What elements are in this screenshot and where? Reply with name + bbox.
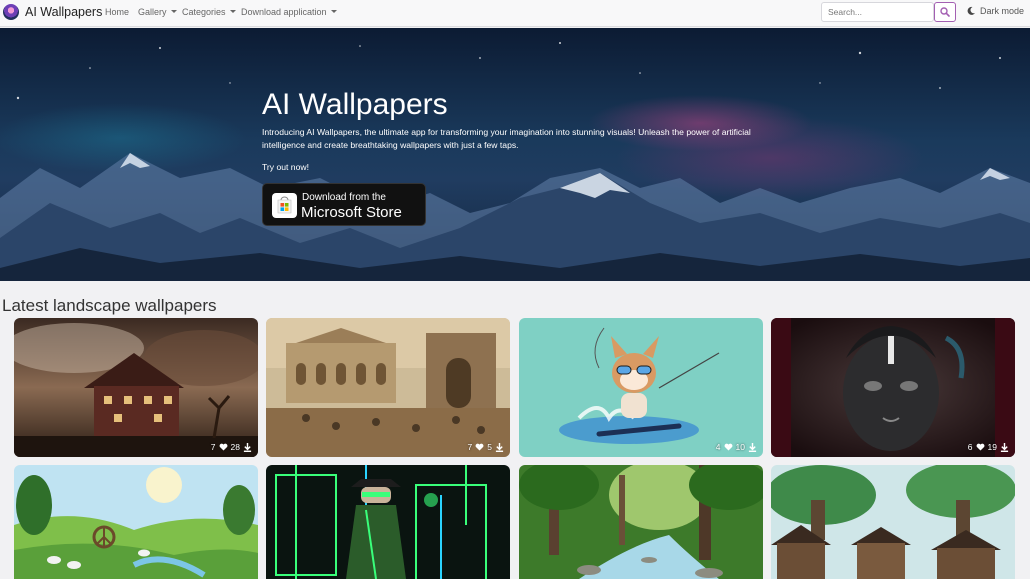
wallpaper-image — [14, 318, 258, 457]
nav-gallery-label: Gallery — [138, 7, 167, 17]
hero-description: Introducing AI Wallpapers, the ultimate … — [262, 127, 751, 150]
nav-home[interactable]: Home — [105, 7, 129, 17]
likes-count: 7 — [210, 442, 216, 452]
dark-mode-label: Dark mode — [980, 6, 1025, 16]
nav-download-label: Download application — [241, 7, 327, 17]
wallpaper-card-deity-portrait[interactable]: 6 19 — [771, 318, 1015, 457]
heart-icon — [219, 443, 227, 451]
wallpaper-image — [266, 465, 510, 579]
hero-banner: AI Wallpapers Introducing AI Wallpapers,… — [0, 28, 1030, 281]
wallpaper-image — [519, 465, 763, 579]
brand-name[interactable]: AI Wallpapers — [25, 5, 102, 19]
nav-download-dropdown[interactable]: Download application — [241, 7, 337, 17]
chevron-down-icon — [170, 10, 177, 13]
wallpaper-image — [519, 318, 763, 457]
wallpaper-card-peace-meadow[interactable] — [14, 465, 258, 579]
wallpaper-stats: 6 19 — [968, 442, 1009, 452]
search-button[interactable] — [934, 2, 956, 22]
search-input[interactable] — [821, 2, 934, 22]
download-icon — [748, 442, 757, 452]
hero-try-out-text: Try out now! — [262, 162, 309, 172]
downloads-count: 19 — [987, 442, 997, 452]
moon-icon — [967, 6, 975, 15]
nav-categories-label: Categories — [182, 7, 226, 17]
wallpaper-image — [771, 465, 1015, 579]
wallpaper-card-dog-waterski[interactable]: 4 10 — [519, 318, 763, 457]
likes-count: 7 — [467, 442, 473, 452]
chevron-down-icon — [229, 10, 236, 13]
wallpaper-card-village-trees[interactable] — [771, 465, 1015, 579]
wallpaper-stats: 4 10 — [716, 442, 757, 452]
nav-categories-dropdown[interactable]: Categories — [182, 7, 236, 17]
likes-count: 6 — [967, 442, 973, 452]
wallpaper-image — [14, 465, 258, 579]
section-title: Latest landscape wallpapers — [2, 296, 217, 315]
microsoft-store-icon — [272, 193, 297, 218]
download-icon — [495, 442, 504, 452]
wallpaper-image — [771, 318, 1015, 457]
downloads-count: 5 — [487, 442, 492, 452]
store-bag-icon — [277, 196, 292, 214]
download-icon — [243, 442, 252, 452]
chevron-down-icon — [330, 10, 337, 13]
wallpaper-card-house-storm[interactable]: 7 28 — [14, 318, 258, 457]
heart-icon — [724, 443, 732, 451]
wallpaper-card-market-painting[interactable]: 7 5 — [266, 318, 510, 457]
wallpaper-card-neon-cowboy[interactable] — [266, 465, 510, 579]
store-button-large-text: Microsoft Store — [301, 204, 402, 221]
likes-count: 4 — [715, 442, 721, 452]
microsoft-store-button[interactable]: Download from the Microsoft Store — [262, 183, 426, 226]
hero-title: AI Wallpapers — [262, 88, 448, 121]
wallpaper-image — [266, 318, 510, 457]
hero-background-mountains — [0, 42, 1030, 281]
wallpaper-card-forest-stream[interactable] — [519, 465, 763, 579]
nav-gallery-dropdown[interactable]: Gallery — [138, 7, 177, 17]
wallpaper-stats: 7 5 — [468, 442, 504, 452]
dark-mode-toggle[interactable]: Dark mode — [966, 6, 1024, 16]
downloads-count: 28 — [230, 442, 240, 452]
downloads-count: 10 — [735, 442, 745, 452]
wallpaper-stats: 7 28 — [211, 442, 252, 452]
search-icon — [940, 7, 950, 17]
download-icon — [1000, 442, 1009, 452]
heart-icon — [475, 443, 484, 451]
ai-wallpapers-logo-icon[interactable] — [3, 4, 19, 20]
store-button-small-text: Download from the — [302, 192, 386, 203]
heart-icon — [976, 443, 984, 451]
navbar: AI Wallpapers Home Gallery Categories Do… — [0, 0, 1030, 27]
